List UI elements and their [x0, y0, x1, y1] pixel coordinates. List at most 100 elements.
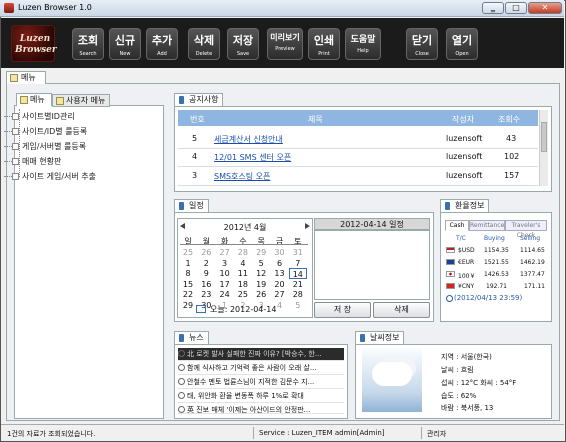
calendar-weekday: 목 — [257, 237, 265, 246]
calendar-day[interactable]: 10 — [216, 268, 234, 279]
fx-currency: €EUR — [458, 259, 475, 266]
calendar-day[interactable]: 15 — [179, 279, 197, 290]
save-button[interactable]: 저장 Save — [227, 28, 259, 60]
tree-item-site-id[interactable]: 사이트별ID관리 — [4, 110, 75, 123]
schedule-delete-button[interactable]: 삭제 — [373, 302, 430, 318]
calendar-day[interactable]: 9 — [197, 268, 215, 279]
calendar-day[interactable]: 29 — [179, 300, 197, 311]
tab-notice[interactable]: 공지사항 — [174, 93, 224, 106]
col-author: 작성자 — [452, 115, 475, 124]
tab-menu[interactable]: 메뉴 — [16, 93, 52, 106]
calendar-day[interactable]: 29 — [252, 247, 270, 258]
tree-item-site-rules[interactable]: 사이트/ID별 룰등록 — [3, 125, 87, 138]
tab-remittance[interactable]: Remittance — [469, 220, 505, 231]
close-button[interactable]: 닫기 Close — [406, 28, 438, 60]
news-item[interactable]: 안철수 멘토 법륜스님이 지적한 김문수 지... — [178, 376, 344, 389]
close-window-button[interactable]: ✕ — [528, 2, 562, 14]
calendar-day[interactable]: 28 — [234, 247, 252, 258]
news-item[interactable]: 北 로켓 발사 실패한 진짜 이유? [박승수, 한... — [178, 348, 344, 361]
scrollbar-thumb[interactable] — [541, 122, 547, 152]
title-bar[interactable]: Luzen Browser 1.0 ‗ □ ✕ — [0, 0, 564, 17]
tree-item-label: 사이트 게임/서버 추출 — [22, 172, 97, 181]
new-button[interactable]: 신규 New — [109, 28, 141, 60]
tree-item-trade-board[interactable]: 매매 현황판 — [3, 155, 61, 168]
news-item[interactable]: 함께 식사하고 기억력 좋은 사람이 오래 살... — [178, 362, 344, 375]
calendar-day[interactable]: 26 — [197, 247, 215, 258]
delete-button[interactable]: 삭제 Delete — [188, 28, 220, 60]
calendar-day[interactable]: 19 — [252, 279, 270, 290]
minimize-button[interactable]: ‗ — [482, 2, 504, 14]
calendar-day[interactable]: 5 — [252, 258, 270, 269]
preview-button[interactable]: 미리보기 Preview — [267, 28, 303, 60]
open-button[interactable]: 열기 Open — [446, 28, 478, 60]
calendar-weekday: 토 — [294, 237, 302, 246]
schedule-save-button[interactable]: 저 장 — [314, 302, 371, 318]
calendar-day[interactable]: 12 — [252, 268, 270, 279]
tab-travelers-check[interactable]: Traveler's Check — [505, 220, 547, 239]
table-row[interactable]: 4 12/01 SMS 센터 오픈 luzensoft 102 — [178, 146, 538, 167]
calendar-day[interactable]: 28 — [289, 289, 307, 300]
calendar-day[interactable]: 20 — [271, 279, 289, 290]
calendar-day[interactable]: 23 — [197, 289, 215, 300]
calendar-day[interactable]: 31 — [289, 247, 307, 258]
tab-exchange[interactable]: 환율정보 — [440, 199, 490, 212]
tab-weather[interactable]: 날씨정보 — [355, 331, 405, 344]
calendar-month-title: 2012년 4월 — [223, 223, 267, 232]
cell-title-link[interactable]: 12/01 SMS 센터 오픈 — [214, 152, 291, 163]
calendar-day[interactable]: 17 — [216, 279, 234, 290]
today-label[interactable]: 오늘: 2012-04-14 — [210, 304, 276, 315]
tree-item-extract[interactable]: 사이트 게임/서버 추출 — [3, 170, 97, 183]
next-month-icon[interactable] — [305, 223, 310, 229]
calendar-day-today[interactable]: 14 — [288, 268, 307, 279]
calendar-day[interactable]: 27 — [271, 289, 289, 300]
calendar-day[interactable]: 2 — [197, 258, 215, 269]
calendar-day[interactable]: 25 — [179, 247, 197, 258]
calendar-day[interactable]: 1 — [179, 258, 197, 269]
calendar-day[interactable]: 22 — [179, 289, 197, 300]
search-button-label: 조회 — [77, 34, 99, 47]
notice-table-header: 번호 제목 작성자 조회수 — [178, 110, 538, 126]
notice-scrollbar[interactable] — [539, 110, 548, 186]
calendar-day[interactable]: 30 — [271, 247, 289, 258]
maximize-button[interactable]: □ — [505, 2, 527, 14]
news-item[interactable]: 英 진보 매체 '이제는 아산이드의 안정판... — [178, 404, 344, 414]
tab-cash[interactable]: Cash — [445, 220, 469, 231]
app-icon — [4, 3, 14, 13]
calendar-day[interactable]: 18 — [234, 279, 252, 290]
china-flag-icon — [446, 283, 455, 289]
document-icon — [12, 128, 19, 135]
calendar-day[interactable]: 7 — [289, 258, 307, 269]
cell-title-link[interactable]: SMS호스팅 오픈 — [214, 171, 270, 182]
calendar-day[interactable]: 6 — [271, 258, 289, 269]
tab-menu-main[interactable]: 메뉴 — [6, 71, 46, 84]
calendar-day[interactable]: 11 — [234, 268, 252, 279]
calendar-day[interactable]: 4 — [234, 258, 252, 269]
cell-title-link[interactable]: 세금계산서 신청안내 — [214, 134, 283, 145]
search-button[interactable]: 조회 Search — [72, 28, 104, 60]
calendar-day[interactable]: 16 — [197, 279, 215, 290]
calendar-day[interactable]: 5 — [289, 300, 307, 311]
tree-item-game-rules[interactable]: 게임/서버별 룰등록 — [3, 140, 86, 153]
calendar-day[interactable]: 25 — [234, 289, 252, 300]
help-button[interactable]: 도움말 Help — [345, 28, 381, 60]
calendar-day[interactable]: 21 — [289, 279, 307, 290]
tab-schedule[interactable]: 일정 — [174, 199, 209, 212]
calendar-day[interactable]: 8 — [179, 268, 197, 279]
prev-month-icon[interactable] — [180, 223, 185, 229]
calendar-day[interactable]: 27 — [216, 247, 234, 258]
tab-news[interactable]: 뉴스 — [174, 331, 209, 344]
calendar-day[interactable]: 26 — [252, 289, 270, 300]
calendar-day[interactable]: 3 — [216, 258, 234, 269]
calendar-day[interactable]: 13 — [271, 268, 289, 279]
news-item[interactable]: 태, 위안화 환율 변동폭 하루 1%로 확대 — [178, 390, 344, 403]
save-button-label: 저장 — [232, 34, 254, 47]
today-marker-icon — [196, 305, 206, 313]
new-button-sublabel: New — [119, 51, 131, 57]
add-button[interactable]: 추가 Add — [146, 28, 178, 60]
tab-user-menu[interactable]: 사용자 메뉴 — [52, 94, 110, 107]
table-row[interactable]: 3 SMS호스팅 오픈 luzensoft 157 — [178, 165, 538, 186]
schedule-textarea[interactable] — [314, 230, 430, 300]
calendar-day[interactable]: 24 — [216, 289, 234, 300]
print-button[interactable]: 인쇄 Print — [308, 28, 340, 60]
document-icon — [12, 158, 19, 165]
